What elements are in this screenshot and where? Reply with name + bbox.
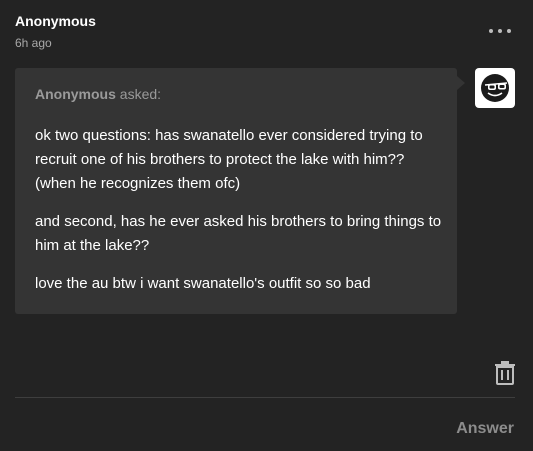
ask-bubble-tail — [457, 76, 465, 90]
more-options-icon — [489, 29, 493, 33]
more-options-icon-dot — [507, 29, 511, 33]
asker-line: Anonymous asked: — [35, 86, 161, 102]
answer-button[interactable]: Answer — [456, 420, 514, 438]
delete-button[interactable] — [494, 361, 516, 385]
question-paragraph: love the au btw i want swanatello's outf… — [35, 275, 371, 292]
sunglasses-avatar-icon — [481, 74, 509, 102]
question-paragraph: and second, has he ever asked his brothe… — [35, 213, 442, 254]
asked-suffix: asked: — [119, 86, 162, 102]
asker-name: Anonymous — [35, 86, 116, 102]
more-options-button[interactable] — [489, 22, 511, 40]
question-paragraph: ok two questions: has swanatello ever co… — [35, 127, 423, 192]
post-timestamp: 6h ago — [15, 36, 52, 50]
avatar[interactable] — [475, 68, 515, 108]
trash-icon — [495, 361, 515, 385]
post-author[interactable]: Anonymous — [15, 13, 96, 29]
divider — [15, 397, 515, 398]
post-header: Anonymous 6h ago — [15, 13, 96, 50]
ask-bubble: Anonymous asked: ok two questions: has s… — [15, 68, 457, 314]
more-options-icon-dot — [498, 29, 502, 33]
question-text: ok two questions: has swanatello ever co… — [35, 124, 445, 310]
